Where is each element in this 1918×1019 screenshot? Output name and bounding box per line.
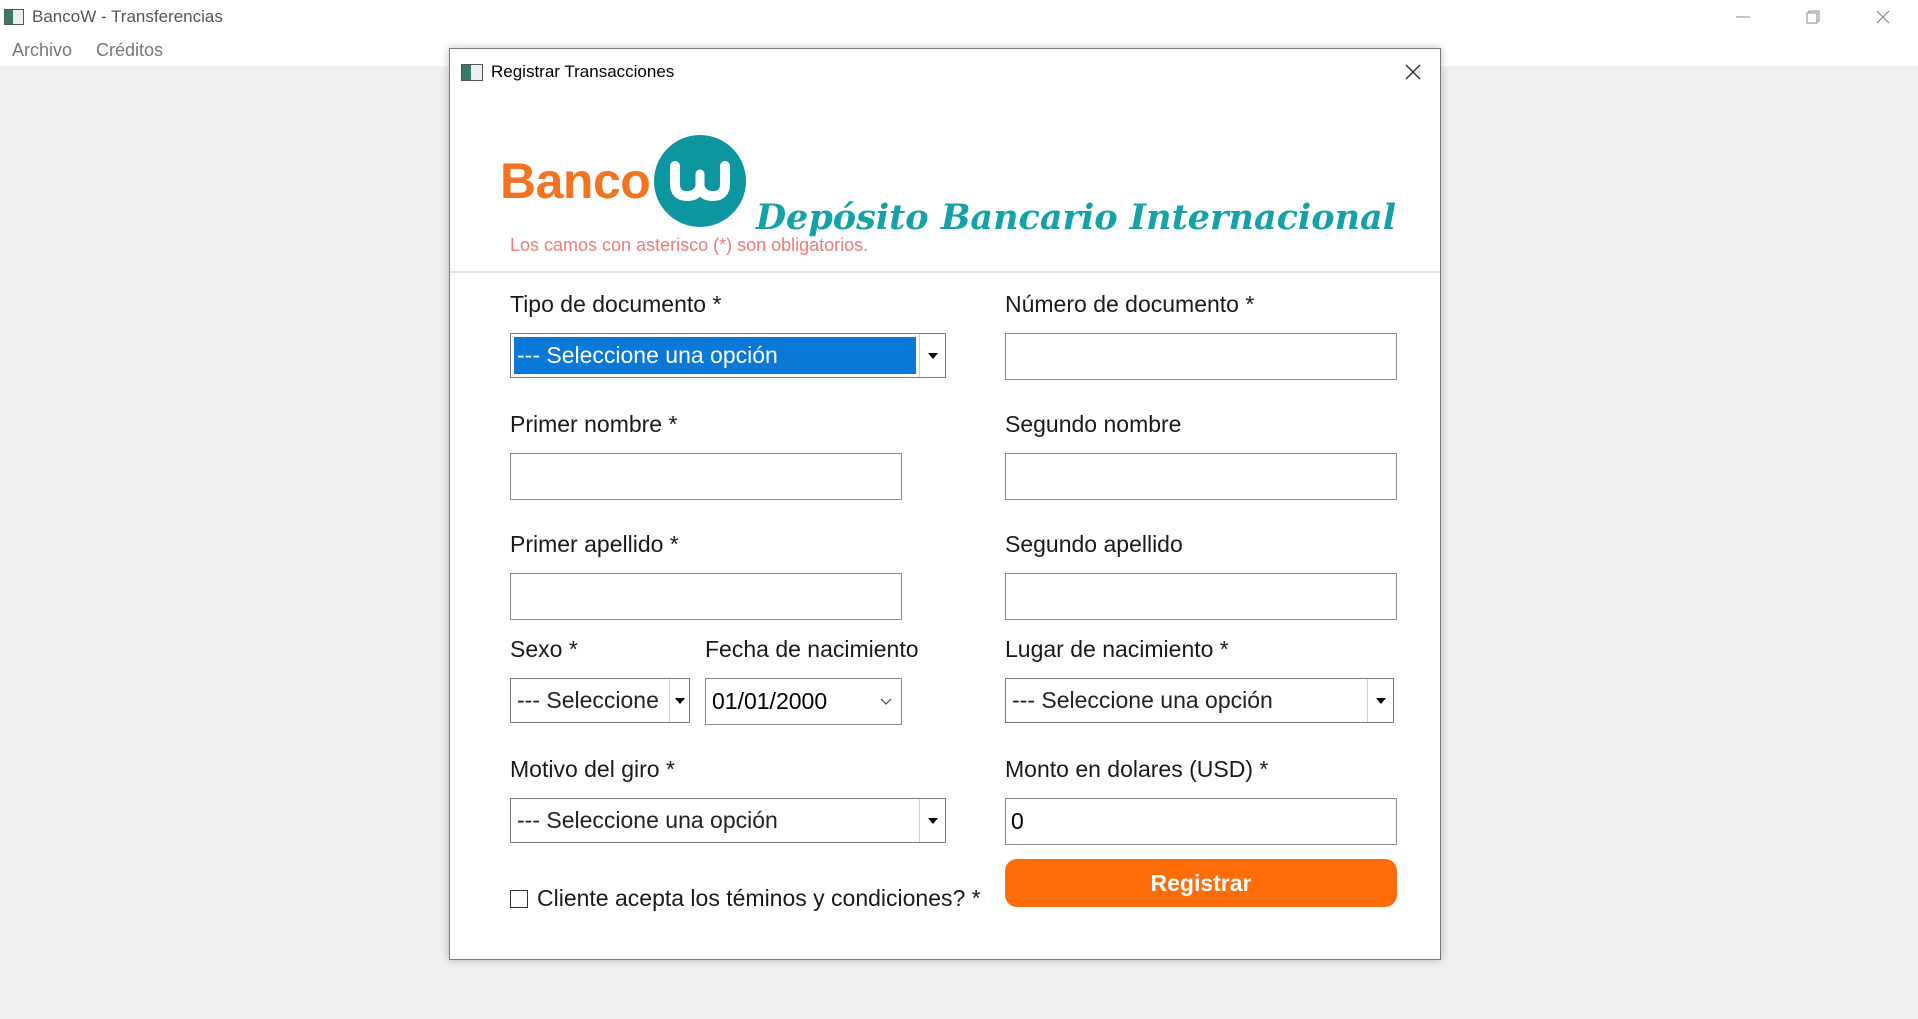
sexo-label: Sexo * <box>510 636 578 662</box>
restore-icon <box>1806 10 1820 24</box>
fecha-nacimiento-label: Fecha de nacimiento <box>705 636 919 662</box>
app-window-icon <box>4 9 24 25</box>
minimize-icon <box>1736 16 1750 18</box>
dropdown-arrow-icon <box>919 334 945 377</box>
primer-apellido-label: Primer apellido * <box>510 531 679 557</box>
numero-documento-input[interactable] <box>1005 333 1397 380</box>
primer-nombre-input[interactable] <box>510 453 902 500</box>
sexo-value: --- Seleccione <box>517 687 659 713</box>
tipo-documento-value: --- Seleccione una opción <box>514 337 916 374</box>
segundo-nombre-label: Segundo nombre <box>1005 411 1182 437</box>
terminos-row: Cliente acepta los téminos y condiciones… <box>510 885 981 912</box>
dialog-app-icon <box>461 63 483 81</box>
logo-w-mark <box>654 135 747 227</box>
bancow-logo: Banco <box>500 135 747 227</box>
main-title-bar: BancoW - Transferencias <box>0 0 1918 34</box>
sexo-select[interactable]: --- Seleccione <box>510 678 690 723</box>
dialog-title: Registrar Transacciones <box>491 62 675 81</box>
minimize-button[interactable] <box>1708 0 1778 34</box>
dropdown-arrow-icon <box>1367 679 1393 722</box>
logo-text: Banco <box>500 153 651 209</box>
motivo-giro-value: --- Seleccione una opción <box>517 807 778 833</box>
monto-input[interactable]: 0 <box>1005 798 1397 845</box>
page-headline: Depósito Bancario Internacional <box>755 197 1396 238</box>
segundo-apellido-label: Segundo apellido <box>1005 531 1183 557</box>
motivo-giro-select[interactable]: --- Seleccione una opción <box>510 798 946 843</box>
terminos-checkbox[interactable] <box>510 889 528 908</box>
menu-item-creditos[interactable]: Créditos <box>96 40 163 61</box>
registrar-transacciones-dialog: Registrar Transacciones Banco Depósito B… <box>449 48 1441 960</box>
numero-documento-label: Número de documento * <box>1005 291 1255 317</box>
close-icon <box>1876 10 1890 24</box>
lugar-nacimiento-value: --- Seleccione una opción <box>1012 687 1273 713</box>
required-fields-note: Los camos con asterisco (*) son obligato… <box>510 235 869 255</box>
primer-nombre-label: Primer nombre * <box>510 411 678 437</box>
dialog-title-bar: Registrar Transacciones <box>450 49 1440 95</box>
tipo-documento-label: Tipo de documento * <box>510 291 722 317</box>
dropdown-arrow-icon <box>669 679 689 722</box>
segundo-nombre-input[interactable] <box>1005 453 1397 500</box>
lugar-nacimiento-select[interactable]: --- Seleccione una opción <box>1005 678 1394 723</box>
segundo-apellido-input[interactable] <box>1005 573 1397 620</box>
terminos-label: Cliente acepta los téminos y condiciones… <box>537 885 981 911</box>
fecha-nacimiento-picker[interactable]: 01/01/2000 <box>705 678 902 725</box>
motivo-giro-label: Motivo del giro * <box>510 756 675 782</box>
main-window-title: BancoW - Transferencias <box>32 7 223 26</box>
dropdown-arrow-icon <box>919 799 945 842</box>
chevron-down-icon <box>871 698 901 706</box>
close-window-button[interactable] <box>1848 0 1918 34</box>
fecha-nacimiento-value: 01/01/2000 <box>712 688 828 714</box>
monto-label: Monto en dolares (USD) * <box>1005 756 1269 782</box>
primer-apellido-input[interactable] <box>510 573 902 620</box>
dialog-close-button[interactable] <box>1396 55 1430 89</box>
close-icon <box>1405 64 1421 80</box>
lugar-nacimiento-label: Lugar de nacimiento * <box>1005 636 1229 662</box>
tipo-documento-select[interactable]: --- Seleccione una opción <box>510 333 946 378</box>
registrar-button[interactable]: Registrar <box>1005 859 1397 907</box>
menu-item-archivo[interactable]: Archivo <box>12 40 72 61</box>
restore-button[interactable] <box>1778 0 1848 34</box>
window-controls <box>1708 0 1918 34</box>
